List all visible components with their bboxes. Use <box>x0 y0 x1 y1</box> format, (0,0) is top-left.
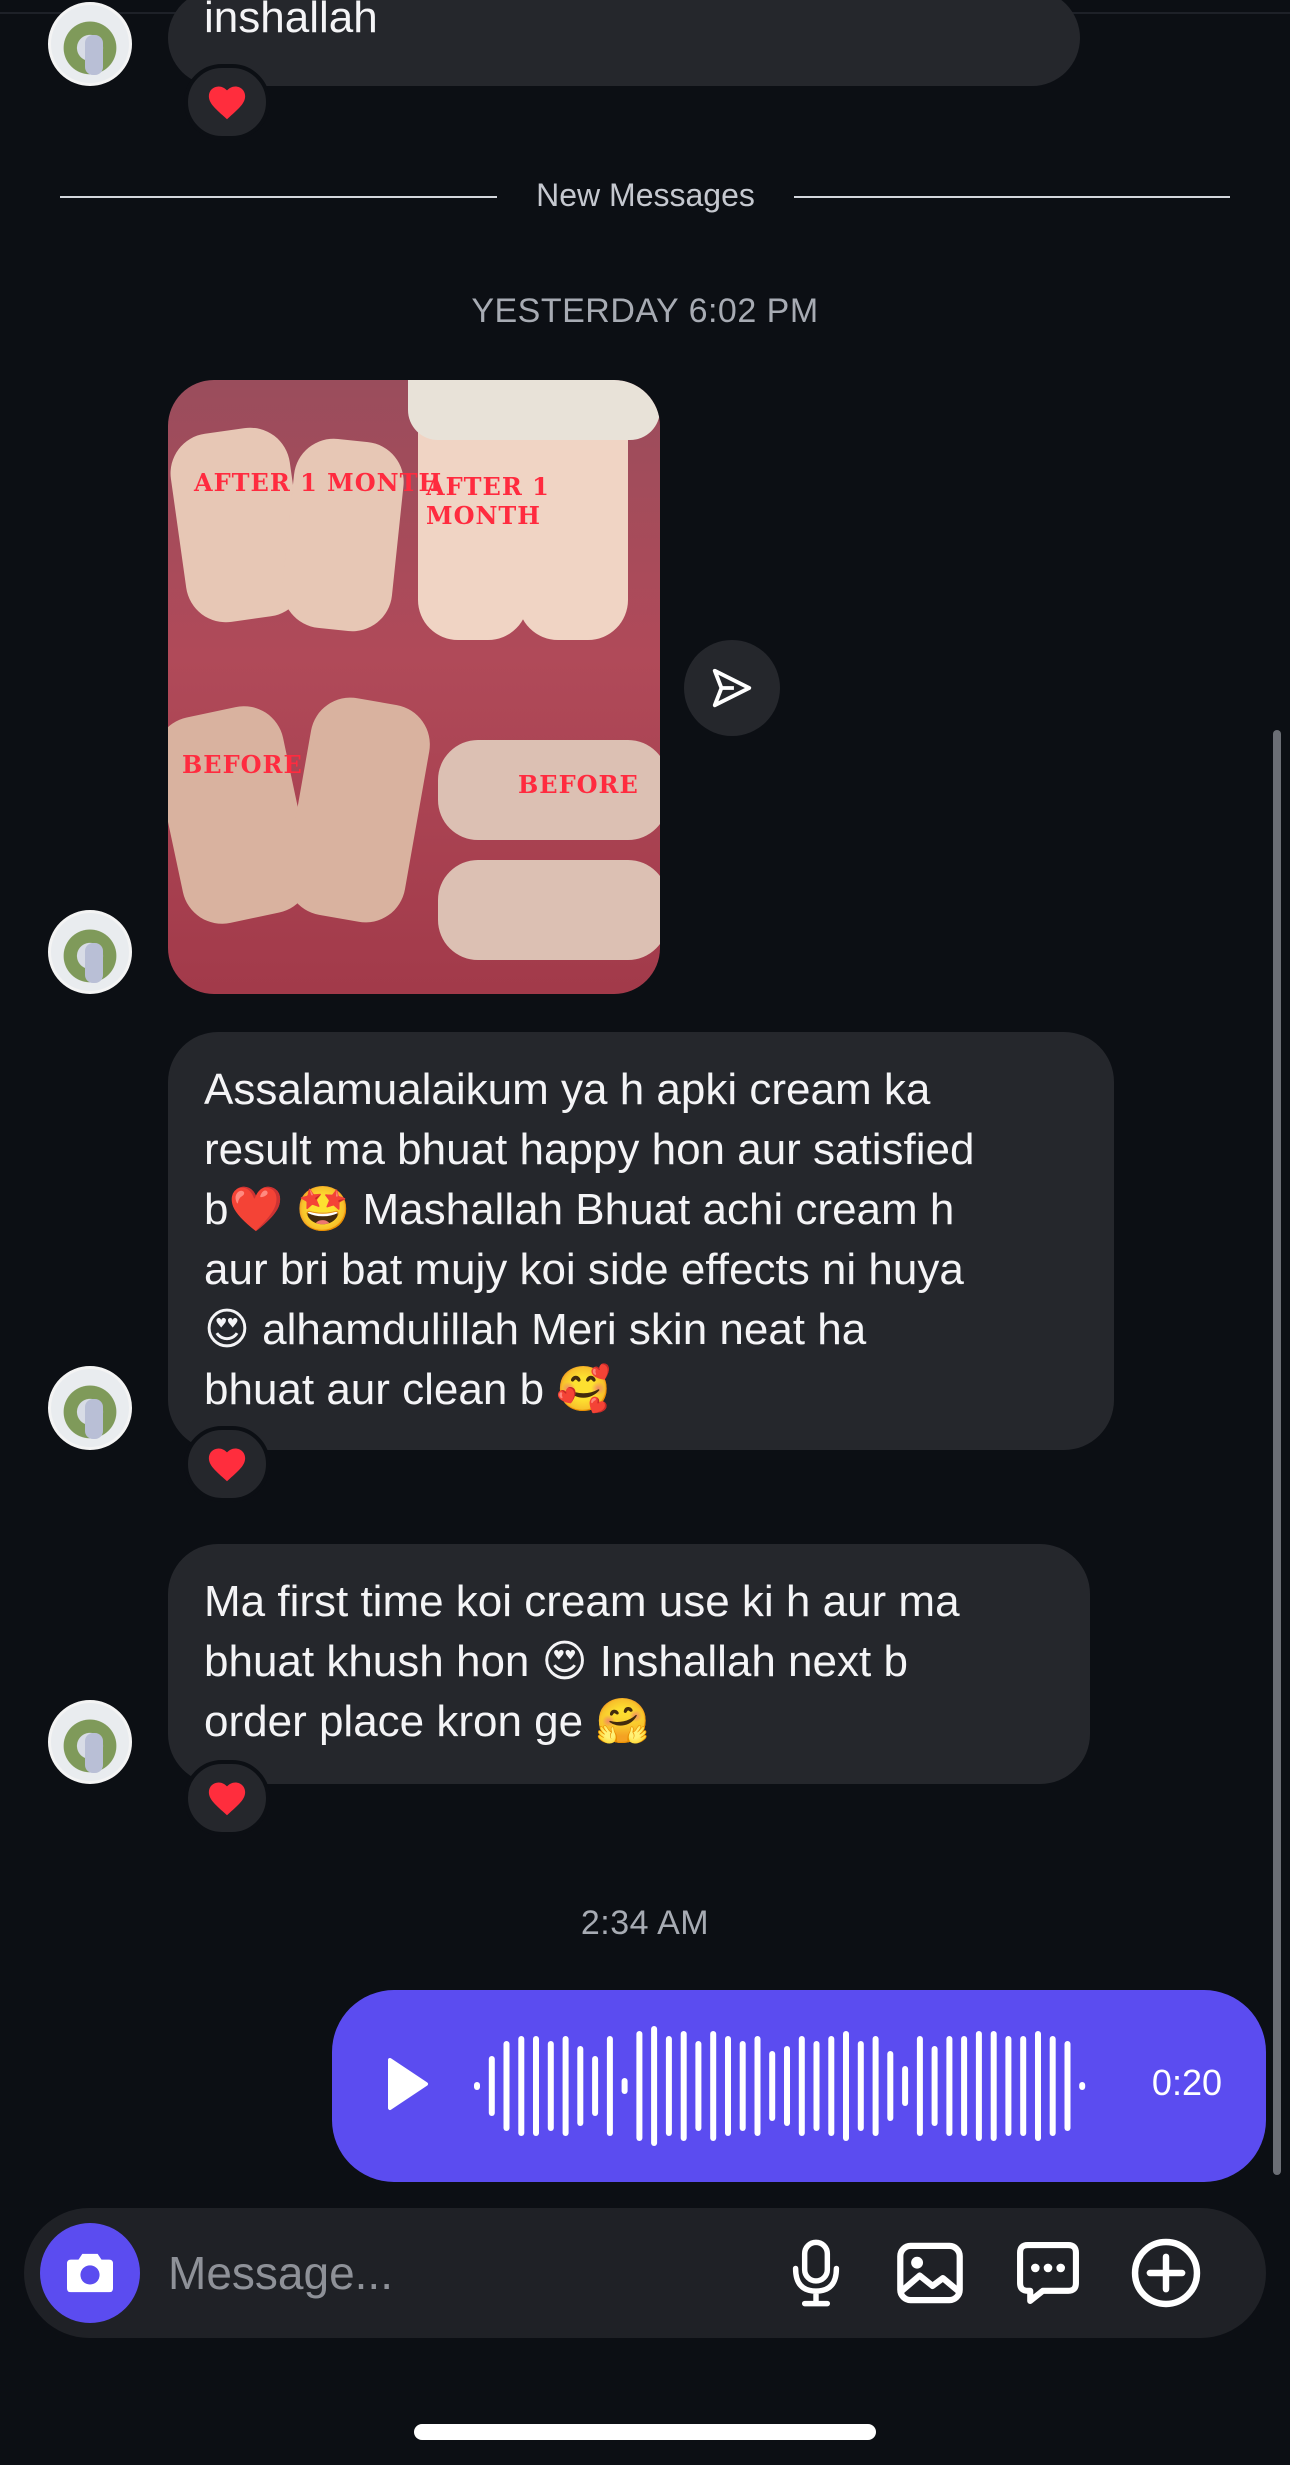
waveform-bar <box>739 2041 746 2131</box>
new-messages-divider: New Messages <box>60 177 1230 217</box>
waveform-bar <box>474 2082 480 2090</box>
sender-avatar[interactable] <box>48 2 132 86</box>
waveform-bar <box>695 2041 702 2131</box>
waveform-bar <box>606 2036 613 2136</box>
waveform-bar <box>843 2031 849 2141</box>
waveform-bar <box>1020 2036 1027 2136</box>
waveform-bar <box>798 2036 805 2136</box>
message-bubble[interactable]: Assalamualaikum ya h apki cream ka resul… <box>168 1032 1114 1450</box>
waveform-bar <box>872 2036 879 2136</box>
share-button[interactable] <box>684 640 780 736</box>
waveform-bar <box>562 2036 569 2136</box>
plus-icon <box>1131 2238 1201 2308</box>
message-line: Ma first time koi cream use ki h aur ma <box>204 1577 960 1626</box>
waveform-bar <box>769 2051 776 2121</box>
photo-attachment[interactable]: AFTER 1 MONTH AFTER 1 MONTH BEFORE BEFOR… <box>168 380 660 994</box>
gallery-button[interactable] <box>892 2235 968 2311</box>
photo-caption: AFTER 1 MONTH <box>194 468 443 497</box>
timestamp: 2:34 AM <box>580 1904 710 1942</box>
sticker-chat-button[interactable] <box>1010 2235 1086 2311</box>
waveform-bar <box>916 2036 923 2136</box>
waveform-bar <box>857 2041 864 2131</box>
waveform-bar <box>946 2036 953 2136</box>
waveform-bar <box>592 2056 599 2116</box>
waveform-bar <box>1079 2082 1086 2090</box>
message-line: aur bri bat mujy koi side effects ni huy… <box>204 1245 964 1294</box>
waveform-bar <box>961 2036 968 2136</box>
sender-avatar[interactable] <box>48 1366 132 1450</box>
message-composer <box>24 2208 1266 2338</box>
waveform-bar <box>503 2041 510 2131</box>
sender-avatar[interactable] <box>48 910 132 994</box>
waveform-bar <box>1049 2036 1056 2136</box>
waveform-bar <box>813 2041 820 2131</box>
waveform-bar <box>710 2031 717 2141</box>
waveform-bar <box>887 2051 894 2121</box>
waveform-bar <box>1035 2031 1041 2141</box>
message-line: Assalamualaikum ya h apki cream ka <box>204 1065 931 1114</box>
new-messages-label: New Messages <box>536 177 755 213</box>
reaction-badge[interactable] <box>184 1760 270 1836</box>
waveform-bar <box>547 2041 554 2131</box>
photo-caption: BEFORE <box>182 750 303 779</box>
message-line: b❤️ 🤩 Mashallah Bhuat achi cream h <box>204 1185 955 1234</box>
message-line: bhuat aur clean b 🥰 <box>204 1365 612 1414</box>
waveform-bar <box>518 2036 525 2136</box>
message-line: 😍 alhamdulillah Meri skin neat ha <box>204 1305 867 1354</box>
heart-icon <box>208 86 246 120</box>
waveform-bar <box>828 2036 835 2136</box>
waveform-bar <box>784 2046 790 2126</box>
waveform-bar <box>680 2031 687 2141</box>
photo-caption: AFTER 1 MONTH <box>426 472 550 530</box>
voice-duration: 0:20 <box>1151 2062 1222 2103</box>
camera-button[interactable] <box>40 2223 140 2323</box>
message-line: bhuat khush hon 😍 Inshallah next b <box>204 1637 908 1686</box>
message-bubble-previous[interactable]: inshallah <box>168 0 1080 86</box>
waveform-bar <box>990 2031 997 2141</box>
gallery-icon <box>897 2242 963 2304</box>
message-line: result ma bhuat happy hon aur satisfied <box>204 1125 975 1174</box>
sticker-chat-icon <box>1017 2242 1079 2304</box>
waveform-bar <box>488 2056 495 2116</box>
message-text: inshallah <box>204 0 378 42</box>
message-input[interactable] <box>168 2238 758 2308</box>
waveform-bar <box>533 2036 539 2136</box>
sender-avatar[interactable] <box>48 1700 132 1784</box>
waveform-bar <box>651 2026 658 2146</box>
microphone-icon <box>792 2239 840 2307</box>
reaction-badge[interactable] <box>184 1426 270 1502</box>
waveform-bar <box>1005 2036 1012 2136</box>
voice-message: 0:20 <box>332 1990 1266 2182</box>
waveform-bar <box>636 2031 643 2141</box>
play-icon[interactable] <box>386 2056 430 2112</box>
waveform-bar <box>665 2036 672 2136</box>
waveform[interactable] <box>472 2026 1092 2146</box>
scrollbar[interactable] <box>1273 730 1281 2175</box>
microphone-button[interactable] <box>778 2235 854 2311</box>
message-bubble[interactable]: Ma first time koi cream use ki h aur ma … <box>168 1544 1090 1784</box>
waveform-bar <box>931 2046 938 2126</box>
photo-caption: BEFORE <box>518 770 639 799</box>
reaction-badge[interactable] <box>184 64 270 140</box>
camera-icon <box>67 2253 113 2293</box>
message-line: order place kron ge 🤗 <box>204 1697 651 1746</box>
home-indicator[interactable] <box>414 2424 876 2440</box>
waveform-bar <box>1064 2041 1071 2131</box>
waveform-bar <box>975 2031 982 2141</box>
waveform-bar <box>725 2036 731 2136</box>
plus-button[interactable] <box>1128 2235 1204 2311</box>
waveform-bar <box>621 2078 628 2094</box>
waveform-bar <box>577 2046 584 2126</box>
heart-icon <box>208 1448 246 1482</box>
waveform-bar <box>754 2036 761 2136</box>
heart-icon <box>208 1782 246 1816</box>
send-icon <box>712 668 752 708</box>
waveform-bar <box>902 2066 909 2106</box>
timestamp: YESTERDAY 6:02 PM <box>471 292 819 330</box>
